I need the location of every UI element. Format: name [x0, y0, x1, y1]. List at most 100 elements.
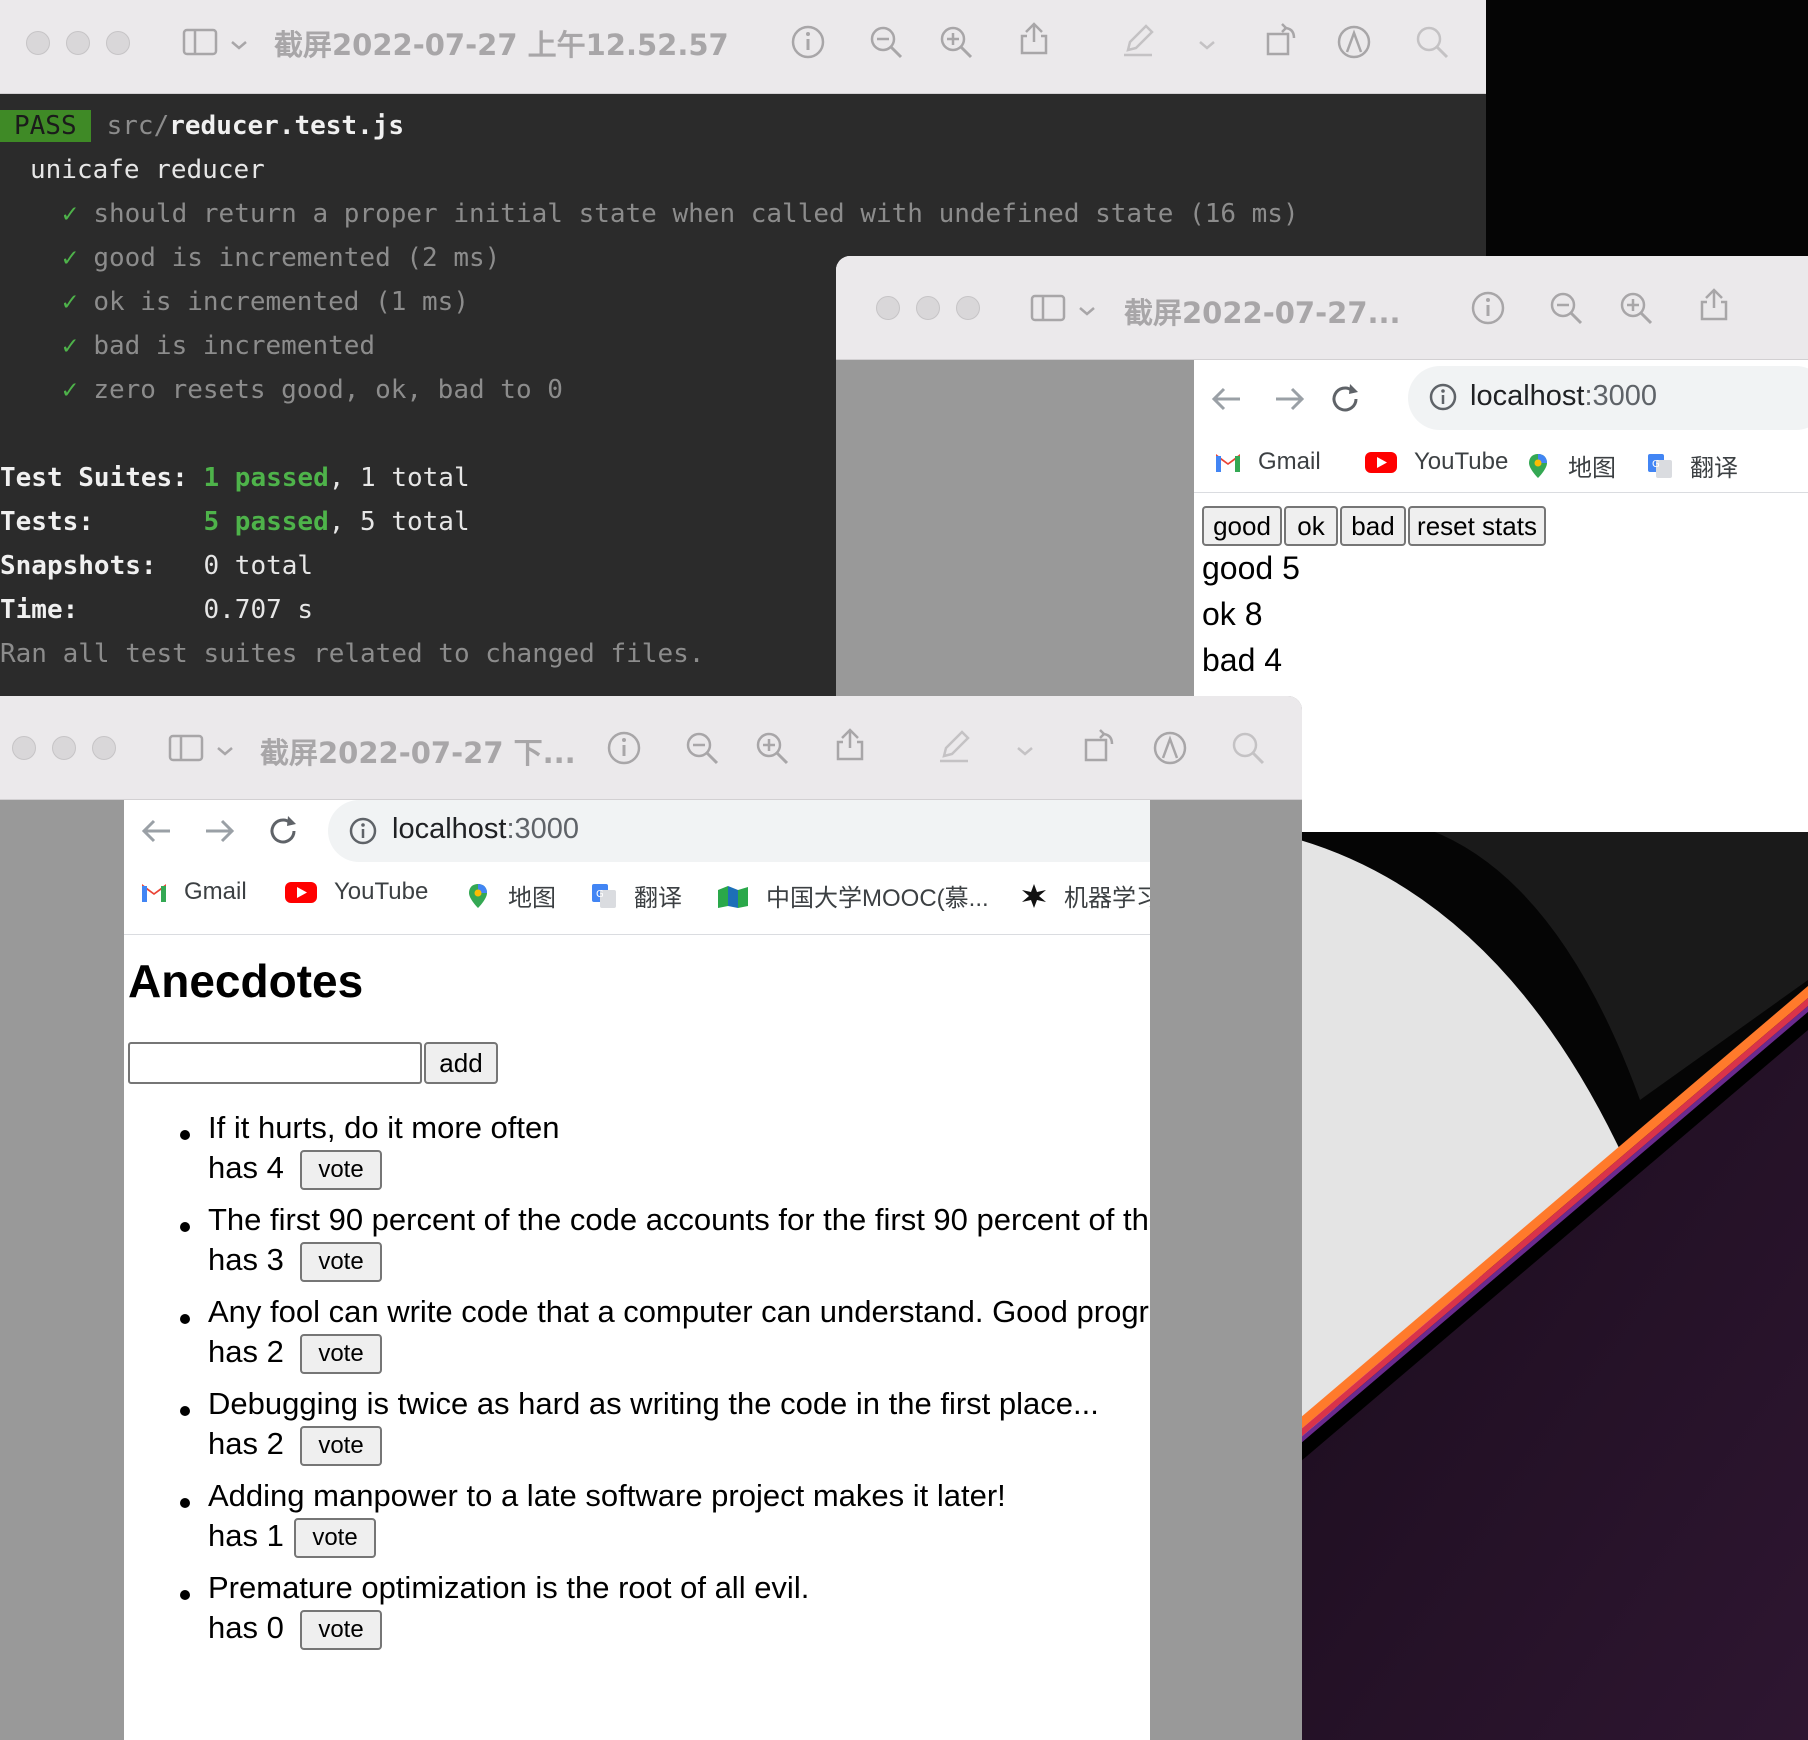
close-button[interactable]: [12, 736, 36, 760]
zoom-in-icon[interactable]: [1618, 290, 1654, 326]
bookmark-ml[interactable]: 机器学习: [1020, 878, 1150, 913]
window-title: 截屏2022-07-27 上午12.52.57: [274, 28, 729, 62]
share-icon[interactable]: [1016, 20, 1052, 56]
reload-icon[interactable]: [1328, 382, 1362, 416]
window-title: 截屏2022-07-27...: [1124, 296, 1401, 330]
bookmark-maps[interactable]: 地图: [464, 878, 556, 913]
bookmark-youtube[interactable]: YouTube: [1364, 448, 1508, 476]
vote-button[interactable]: vote: [300, 1610, 382, 1650]
check-icon: ✓: [62, 199, 78, 229]
bookmark-translate[interactable]: G 翻译: [1646, 448, 1738, 483]
test-suite-name: unicafe reducer: [30, 155, 265, 185]
chevron-down-icon[interactable]: [214, 732, 236, 768]
zoom-out-icon[interactable]: [684, 730, 720, 766]
zoom-button[interactable]: [92, 736, 116, 760]
test-file-dir: src/: [106, 111, 170, 141]
rotate-icon[interactable]: [1082, 728, 1118, 764]
markup-toolbar-icon[interactable]: [1152, 730, 1188, 766]
add-button[interactable]: add: [424, 1042, 498, 1084]
map-pin-icon: [464, 882, 492, 910]
address-bar[interactable]: localhost:3000: [328, 800, 1150, 862]
back-arrow-icon[interactable]: [140, 814, 174, 848]
sidebar-toggle-icon[interactable]: [1030, 290, 1066, 326]
zoom-out-icon[interactable]: [1548, 290, 1584, 326]
anecdote-votes: has 2: [208, 1334, 284, 1369]
close-button[interactable]: [876, 296, 900, 320]
share-icon[interactable]: [1696, 286, 1732, 322]
info-icon[interactable]: [790, 24, 826, 60]
bad-button[interactable]: bad: [1340, 506, 1406, 546]
url-text[interactable]: localhost:3000: [392, 813, 579, 846]
test-result-line: ✓ should return a proper initial state w…: [62, 199, 1299, 229]
list-bullet: [180, 1498, 190, 1508]
check-icon: ✓: [62, 243, 78, 273]
share-icon[interactable]: [832, 726, 868, 762]
search-icon[interactable]: [1414, 24, 1450, 60]
ok-button[interactable]: ok: [1284, 506, 1338, 546]
list-bullet: [180, 1130, 190, 1140]
zoom-out-icon[interactable]: [868, 24, 904, 60]
address-bar[interactable]: localhost:3000: [1408, 366, 1808, 430]
map-pin-icon: [1524, 452, 1552, 480]
bookmark-gmail[interactable]: Gmail: [1214, 448, 1321, 476]
vote-button[interactable]: vote: [300, 1426, 382, 1466]
zoom-button[interactable]: [956, 296, 980, 320]
traffic-lights: [876, 296, 980, 320]
browser-toolbar: localhost:3000 Gmail YouTube 地图 G 翻译 中国大学…: [124, 800, 1150, 934]
test-file-line: PASS src/reducer.test.js: [0, 104, 404, 148]
bookmark-gmail[interactable]: Gmail: [140, 878, 247, 906]
sidebar-toggle-icon[interactable]: [168, 730, 204, 766]
bookmark-translate[interactable]: G 翻译: [590, 878, 682, 913]
chevron-down-icon[interactable]: [1076, 292, 1098, 328]
summary-tests: Tests: 5 passed, 5 total: [0, 507, 470, 537]
reset-stats-button[interactable]: reset stats: [1408, 506, 1546, 546]
reload-icon[interactable]: [266, 814, 300, 848]
back-arrow-icon[interactable]: [1210, 382, 1244, 416]
sidebar-toggle-icon[interactable]: [182, 24, 218, 60]
vote-button[interactable]: vote: [300, 1150, 382, 1190]
zoom-in-icon[interactable]: [938, 24, 974, 60]
anecdote-votes: has 4: [208, 1150, 284, 1185]
minimize-button[interactable]: [916, 296, 940, 320]
minimize-button[interactable]: [66, 31, 90, 55]
chevron-down-icon[interactable]: [1014, 732, 1036, 768]
markup-pen-icon[interactable]: [1120, 22, 1156, 58]
ml-icon: [1020, 882, 1048, 910]
url-text[interactable]: localhost:3000: [1470, 380, 1657, 413]
test-result-line: ✓ zero resets good, ok, bad to 0: [62, 375, 563, 405]
anecdote-input[interactable]: [128, 1042, 422, 1084]
toolbar-divider: [1194, 492, 1808, 493]
bookmark-mooc[interactable]: 中国大学MOOC(慕...: [716, 878, 989, 913]
window-titlebar: 截屏2022-07-27 上午12.52.57: [0, 0, 1486, 94]
markup-toolbar-icon[interactable]: [1336, 24, 1372, 60]
zoom-in-icon[interactable]: [754, 730, 790, 766]
close-button[interactable]: [26, 31, 50, 55]
forward-arrow-icon[interactable]: [1272, 382, 1306, 416]
chevron-down-icon[interactable]: [1196, 26, 1218, 62]
browser-viewport: localhost:3000 Gmail YouTube 地图 G 翻译 中国大学…: [124, 800, 1150, 1740]
vote-button[interactable]: vote: [300, 1242, 382, 1282]
info-icon[interactable]: [348, 816, 378, 846]
info-icon[interactable]: [1470, 290, 1506, 326]
summary-time: Time: 0.707 s: [0, 595, 314, 625]
info-icon[interactable]: [606, 730, 642, 766]
test-result-line: ✓ good is incremented (2 ms): [62, 243, 501, 273]
stat-good: good 5: [1202, 550, 1300, 586]
good-button[interactable]: good: [1202, 506, 1282, 546]
summary-suites: Test Suites: 1 passed, 1 total: [0, 463, 470, 493]
vote-button[interactable]: vote: [294, 1518, 376, 1558]
markup-pen-icon[interactable]: [936, 728, 972, 764]
zoom-button[interactable]: [106, 31, 130, 55]
youtube-icon: [284, 878, 318, 906]
info-icon[interactable]: [1428, 382, 1458, 412]
anecdote-text: Any fool can write code that a computer …: [208, 1294, 1150, 1329]
bookmark-maps[interactable]: 地图: [1524, 448, 1616, 483]
traffic-lights: [26, 31, 130, 55]
minimize-button[interactable]: [52, 736, 76, 760]
rotate-icon[interactable]: [1264, 22, 1300, 58]
bookmark-youtube[interactable]: YouTube: [284, 878, 428, 906]
search-icon[interactable]: [1230, 730, 1266, 766]
chevron-down-icon[interactable]: [228, 26, 250, 62]
vote-button[interactable]: vote: [300, 1334, 382, 1374]
forward-arrow-icon[interactable]: [202, 814, 236, 848]
